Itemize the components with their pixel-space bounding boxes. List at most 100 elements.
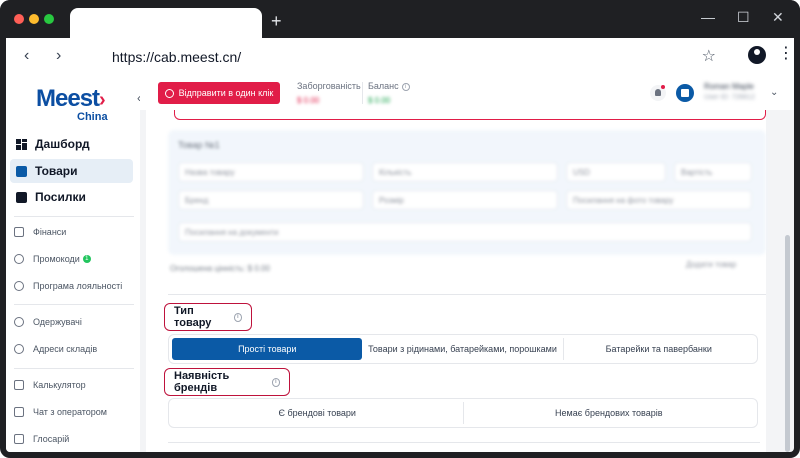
sidebar-item-loyalty[interactable]: Програма лояльності xyxy=(14,276,136,296)
maximize-window-dot[interactable] xyxy=(44,14,54,24)
section-divider xyxy=(168,442,760,443)
debt-label: Заборгованість xyxy=(297,81,361,91)
product-type-selector: Прості товари Товари з рідинами, батарей… xyxy=(168,334,758,364)
brands-selector: Є брендові товари Немає брендових товарі… xyxy=(168,398,758,428)
sidebar: Meest› China ‹ Дашборд Товари Посилки Фі… xyxy=(6,76,141,452)
logo-mark: › xyxy=(99,89,106,111)
loyalty-icon xyxy=(14,281,24,291)
sidebar-item-goods[interactable]: Товари xyxy=(10,159,133,183)
sidebar-divider xyxy=(14,368,134,369)
main-content: Товар №1 Назва товару Кількість USD Варт… xyxy=(140,110,794,452)
info-icon[interactable]: i xyxy=(233,312,242,322)
parcel-icon xyxy=(16,191,27,203)
brand-field[interactable]: Бренд xyxy=(178,190,364,210)
logo-subtitle: China xyxy=(77,111,108,123)
sidebar-divider xyxy=(14,216,134,217)
web-page: Meest› China ‹ Дашборд Товари Посилки Фі… xyxy=(6,76,794,452)
product-type-option-simple[interactable]: Прості товари xyxy=(172,338,363,360)
sidebar-item-finance[interactable]: Фінанси xyxy=(14,222,136,242)
blurred-item-section: Товар №1 Назва товару Кількість USD Варт… xyxy=(146,130,766,295)
user-id: User ID: 726612 xyxy=(704,94,755,101)
sidebar-divider xyxy=(14,304,134,305)
browser-window: + — ☐ ✕ ‹ › https://cab.meest.cn/ ☆ ⋮ Me… xyxy=(0,0,800,458)
address-bar[interactable]: https://cab.meest.cn/ ☆ xyxy=(92,42,732,72)
price-field[interactable]: Вартість xyxy=(674,162,752,182)
quantity-field[interactable]: Кількість xyxy=(372,162,558,182)
forward-icon[interactable]: › xyxy=(56,47,61,65)
sidebar-item-label: Чат з оператором xyxy=(33,407,107,417)
metric-divider xyxy=(362,82,363,104)
percent-icon xyxy=(14,254,24,264)
brands-heading: Наявність брендів i xyxy=(164,368,290,396)
sidebar-item-glossary[interactable]: Глосарій xyxy=(14,429,136,449)
url-text[interactable]: https://cab.meest.cn/ xyxy=(112,49,241,65)
size-select[interactable]: Розмір xyxy=(372,190,558,210)
add-item-button[interactable]: Додати товар xyxy=(686,260,736,269)
sidebar-item-promocodes[interactable]: Промокоди 1 xyxy=(14,249,136,269)
documents-link-field[interactable]: Посилання на документи xyxy=(178,222,752,242)
browser-menu-icon[interactable]: ⋮ xyxy=(778,45,794,63)
address-bar-row: ‹ › https://cab.meest.cn/ ☆ ⋮ xyxy=(6,38,794,76)
minimize-window-dot[interactable] xyxy=(29,14,39,24)
sidebar-item-chat[interactable]: Чат з оператором xyxy=(14,402,136,422)
sidebar-item-label: Товари xyxy=(35,164,78,178)
sidebar-item-label: Калькулятор xyxy=(33,380,86,390)
close-window-dot[interactable] xyxy=(14,14,24,24)
product-type-label: Тип товару xyxy=(174,305,212,329)
maximize-icon[interactable]: ☐ xyxy=(737,10,750,24)
sidebar-item-label: Фінанси xyxy=(33,227,67,237)
info-icon[interactable]: i xyxy=(401,82,410,91)
brands-option-yes[interactable]: Є брендові товари xyxy=(172,402,464,424)
active-tab[interactable] xyxy=(70,8,262,38)
balance-metric: Баланс i $ 0.00 xyxy=(368,81,410,105)
user-avatar[interactable] xyxy=(676,84,694,102)
sidebar-item-label: Одержувачі xyxy=(33,317,82,327)
sidebar-item-parcels[interactable]: Посилки xyxy=(10,185,133,209)
photo-link-field[interactable]: Посилання на фото товару xyxy=(566,190,752,210)
product-name-field[interactable]: Назва товару xyxy=(178,162,364,182)
form-card: Товар №1 Назва товару Кількість USD Варт… xyxy=(146,110,766,452)
sidebar-item-label: Програма лояльності xyxy=(33,281,123,291)
notification-dot xyxy=(661,85,665,89)
balance-label: Баланс xyxy=(368,81,399,91)
bookmark-star-icon[interactable]: ☆ xyxy=(702,46,716,66)
product-type-option-batteries[interactable]: Батарейки та павербанки xyxy=(564,338,754,360)
brands-option-no[interactable]: Немає брендових товарів xyxy=(464,402,755,424)
send-one-click-button[interactable]: Відправити в один клік xyxy=(158,82,280,104)
sidebar-item-label: Глосарій xyxy=(33,434,70,444)
product-type-option-liquids[interactable]: Товари з рідинами, батарейками, порошкам… xyxy=(362,338,564,360)
logo-text: Meest xyxy=(36,85,100,112)
sidebar-item-recipients[interactable]: Одержувачі xyxy=(14,312,136,332)
profile-icon[interactable] xyxy=(748,46,766,64)
tab-bar: + — ☐ ✕ xyxy=(0,0,800,38)
calculator-icon xyxy=(14,380,24,390)
balance-value: $ 0.00 xyxy=(368,96,391,105)
sidebar-item-calculator[interactable]: Калькулятор xyxy=(14,375,136,395)
meest-logo[interactable]: Meest› China xyxy=(36,85,108,124)
minimize-icon[interactable]: — xyxy=(701,10,715,24)
recipients-icon xyxy=(14,317,24,327)
sidebar-item-label: Адреси складів xyxy=(33,344,98,354)
new-tab-icon[interactable]: + xyxy=(271,12,282,30)
book-icon xyxy=(14,434,24,444)
section-divider xyxy=(168,294,766,295)
back-icon[interactable]: ‹ xyxy=(24,47,29,65)
top-bar: Відправити в один клік Заборгованість $ … xyxy=(140,76,794,110)
chevron-down-icon[interactable]: ⌄ xyxy=(770,87,778,98)
user-name: Roman Maple xyxy=(704,82,754,91)
chat-icon xyxy=(14,407,24,417)
sidebar-item-dashboard[interactable]: Дашборд xyxy=(10,132,133,156)
sidebar-item-warehouses[interactable]: Адреси складів xyxy=(14,339,136,359)
wallet-icon xyxy=(14,227,24,237)
sidebar-item-label: Промокоди xyxy=(33,254,80,264)
page-scrollbar[interactable] xyxy=(785,235,790,452)
currency-select[interactable]: USD xyxy=(566,162,666,182)
product-type-heading: Тип товару i xyxy=(164,303,252,331)
info-icon[interactable]: i xyxy=(271,377,280,387)
location-pin-icon xyxy=(14,344,24,354)
sidebar-item-label: Посилки xyxy=(35,190,86,204)
declared-value-total: Оголошена цінність: $ 0.00 xyxy=(170,264,270,273)
promo-count-badge: 1 xyxy=(82,255,91,263)
close-icon[interactable]: ✕ xyxy=(772,10,784,24)
item-title: Товар №1 xyxy=(178,140,220,150)
